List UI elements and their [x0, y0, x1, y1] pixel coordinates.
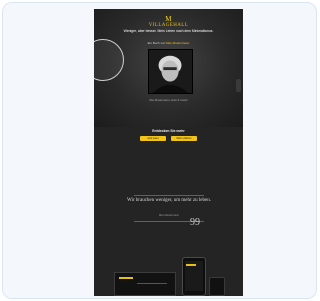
site-logo[interactable]: M VILLAGEHALL: [94, 15, 243, 28]
hero-subtitle-prefix: Ein Buch von: [147, 41, 166, 45]
phone-mockup: [182, 257, 206, 296]
device-mockups: [110, 257, 227, 296]
hero-section: M VILLAGEHALL Weniger, aber besser. Mein…: [94, 9, 243, 127]
phone-accent-bar: [186, 264, 196, 266]
website-preview[interactable]: M VILLAGEHALL Weniger, aber besser. Mein…: [94, 9, 243, 296]
monitor-mockup: [114, 272, 176, 296]
quote-text: Wir brauchen weniger, um mehr zu leben.: [126, 198, 211, 203]
read-now-button[interactable]: Jetzt lesen: [140, 136, 166, 141]
learn-more-button[interactable]: Mehr erfahren: [171, 136, 197, 141]
circle-decoration: [94, 39, 124, 81]
photo-caption: Max Mustermann, Autor & Coach: [149, 99, 188, 102]
hero-subtitle: Ein Buch von Max Mustermann: [112, 41, 225, 45]
author-portrait-image: [149, 50, 192, 93]
author-photo: [148, 49, 193, 94]
quote-mark-icon: 99: [190, 217, 200, 228]
scroll-handle[interactable]: [236, 79, 241, 92]
logo-text: VILLAGEHALL: [148, 23, 189, 28]
cta-title: Entdecken Sie mehr: [152, 129, 185, 133]
hero-subtitle-highlight[interactable]: Max Mustermann: [166, 41, 189, 45]
monitor-text-line: [137, 283, 167, 284]
quote-divider-top: [134, 195, 204, 196]
logo-mark-icon: M: [165, 15, 172, 23]
cta-buttons: Jetzt lesen Mehr erfahren: [94, 136, 243, 141]
hero-title: Weniger, aber besser. Mein Leben nach de…: [123, 29, 214, 33]
tablet-mockup: [209, 277, 225, 296]
quote-author: Max Mustermann: [158, 214, 180, 217]
phone-screen: [185, 261, 203, 291]
monitor-accent-bar: [119, 277, 133, 279]
preview-card: M VILLAGEHALL Weniger, aber besser. Mein…: [2, 2, 317, 299]
